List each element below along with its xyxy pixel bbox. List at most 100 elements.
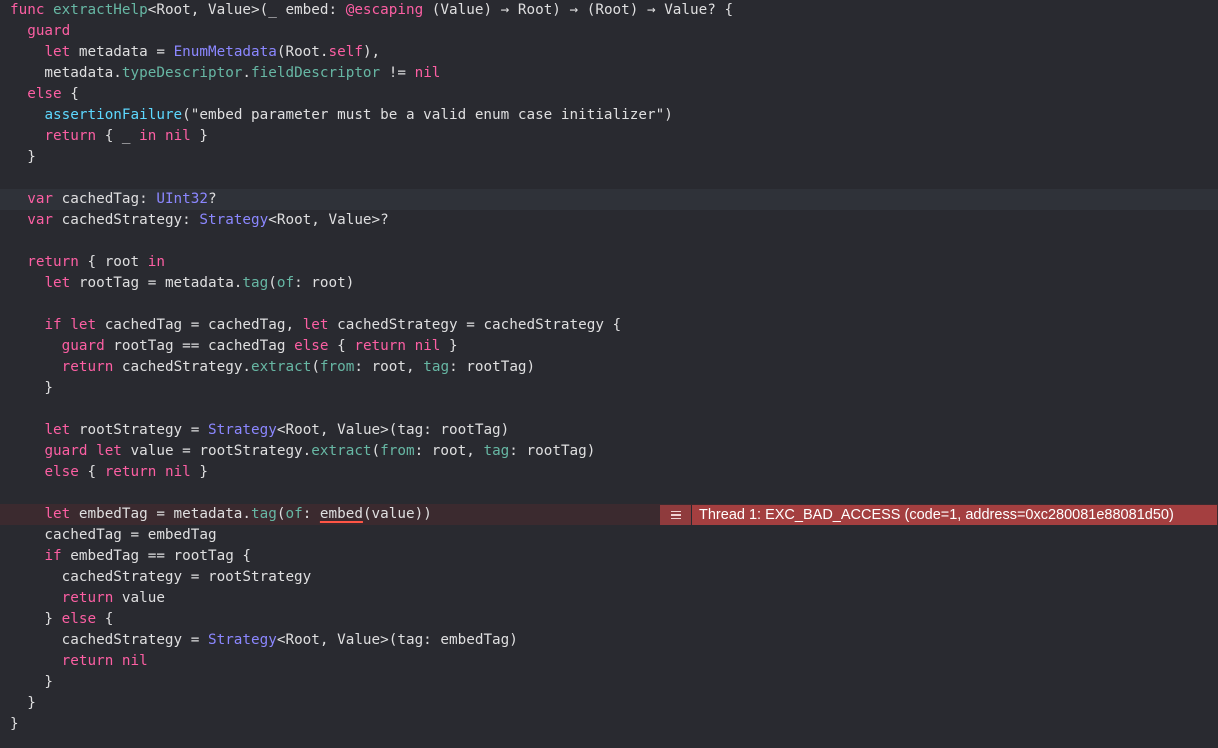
code-line[interactable]: cachedStrategy = rootStrategy	[0, 567, 1218, 588]
code-token: ?	[208, 191, 217, 207]
code-token: }	[10, 716, 19, 732]
code-token: guard	[27, 23, 71, 39]
code-token: guard	[61, 338, 105, 354]
code-token: of	[276, 275, 295, 291]
code-line[interactable]: guard rootTag == cachedTag else { return…	[0, 336, 1218, 357]
code-token: (value))	[362, 506, 432, 522]
code-token: embedTag == rootTag {	[61, 548, 252, 564]
code-token: : root,	[354, 359, 424, 375]
code-line[interactable]: }	[0, 147, 1218, 168]
code-token: extract	[251, 359, 312, 375]
code-token: !=	[380, 65, 415, 81]
code-line[interactable]: return cachedStrategy.extract(from: root…	[0, 357, 1218, 378]
code-token: }	[10, 611, 62, 627]
code-line[interactable]: var cachedStrategy: Strategy<Root, Value…	[0, 210, 1218, 231]
code-token: <Root, Value>(_ embed:	[147, 2, 346, 18]
code-token: cachedStrategy:	[53, 212, 200, 228]
code-token: cachedStrategy = cachedStrategy {	[328, 317, 622, 333]
code-token: assertionFailure	[44, 107, 183, 123]
code-token: :	[302, 506, 320, 522]
code-token: nil	[414, 65, 441, 81]
code-editor[interactable]: func extractHelp<Root, Value>(_ embed: @…	[0, 0, 1218, 748]
code-token: cachedTag = embedTag	[10, 527, 217, 543]
code-line[interactable]	[0, 294, 1218, 315]
code-token: value = rootStrategy.	[121, 443, 312, 459]
code-line[interactable]: else { return nil }	[0, 462, 1218, 483]
code-line[interactable]: return { _ in nil }	[0, 126, 1218, 147]
code-line[interactable]	[0, 231, 1218, 252]
code-line[interactable]: }	[0, 714, 1218, 735]
code-token: fieldDescriptor	[251, 65, 381, 81]
code-line[interactable]: if embedTag == rootTag {	[0, 546, 1218, 567]
code-token: var	[27, 191, 54, 207]
code-token: return nil	[354, 338, 441, 354]
code-line-current[interactable]: var cachedTag: UInt32?	[0, 189, 1218, 210]
error-icon-box[interactable]	[660, 505, 692, 525]
code-token: else	[27, 86, 62, 102]
code-line[interactable]	[0, 399, 1218, 420]
code-token: let	[44, 44, 71, 60]
code-token: value	[113, 590, 165, 606]
code-token: metadata.	[10, 65, 122, 81]
error-message: Thread 1: EXC_BAD_ACCESS (code=1, addres…	[692, 505, 1217, 525]
code-line[interactable]: cachedTag = embedTag	[0, 525, 1218, 546]
code-token: UInt32	[156, 191, 208, 207]
code-line[interactable]: assertionFailure("embed parameter must b…	[0, 105, 1218, 126]
code-line[interactable]	[0, 483, 1218, 504]
code-line[interactable]: return nil	[0, 651, 1218, 672]
code-line[interactable]: let metadata = EnumMetadata(Root.self),	[0, 42, 1218, 63]
code-token: return nil	[61, 653, 148, 669]
code-token: if let	[44, 317, 97, 333]
code-token: }	[10, 149, 36, 165]
code-token: EnumMetadata	[173, 44, 277, 60]
code-token: cachedStrategy = rootStrategy	[10, 569, 312, 585]
code-token: guard let	[44, 443, 122, 459]
code-token: (	[311, 359, 320, 375]
code-token: { _	[96, 128, 140, 144]
code-token: (Root.	[276, 44, 329, 60]
code-line[interactable]	[0, 168, 1218, 189]
code-line[interactable]: }	[0, 693, 1218, 714]
error-annotation[interactable]: Thread 1: EXC_BAD_ACCESS (code=1, addres…	[660, 505, 1217, 525]
code-token: tag	[423, 359, 450, 375]
code-token: let	[44, 275, 71, 291]
code-line[interactable]: let rootTag = metadata.tag(of: root)	[0, 273, 1218, 294]
code-token: <Root, Value>?	[268, 212, 389, 228]
code-token: var	[27, 212, 54, 228]
code-line[interactable]: guard let value = rootStrategy.extract(f…	[0, 441, 1218, 462]
code-token: let	[44, 422, 71, 438]
code-line[interactable]: if let cachedTag = cachedTag, let cached…	[0, 315, 1218, 336]
code-line[interactable]: }	[0, 672, 1218, 693]
code-token: }	[190, 128, 209, 144]
code-token: else	[44, 464, 79, 480]
code-line[interactable]: guard	[0, 21, 1218, 42]
code-line[interactable]: metadata.typeDescriptor.fieldDescriptor …	[0, 63, 1218, 84]
code-token: let	[302, 317, 329, 333]
code-token: {	[328, 338, 355, 354]
code-line[interactable]: cachedStrategy = Strategy<Root, Value>(t…	[0, 630, 1218, 651]
code-line[interactable]: let rootStrategy = Strategy<Root, Value>…	[0, 420, 1218, 441]
code-line[interactable]: return { root in	[0, 252, 1218, 273]
code-line[interactable]: return value	[0, 588, 1218, 609]
code-token: return	[44, 128, 97, 144]
code-token: }	[190, 464, 208, 480]
code-line[interactable]: else {	[0, 84, 1218, 105]
code-line[interactable]: func extractHelp<Root, Value>(_ embed: @…	[0, 0, 1218, 21]
code-token: self	[328, 44, 363, 60]
code-line[interactable]: } else {	[0, 609, 1218, 630]
code-token: ("embed parameter must be a valid enum c…	[182, 107, 673, 123]
code-token: rootStrategy =	[70, 422, 208, 438]
code-token: in	[147, 254, 165, 270]
code-token: { root	[78, 254, 148, 270]
code-line[interactable]: }	[0, 378, 1218, 399]
